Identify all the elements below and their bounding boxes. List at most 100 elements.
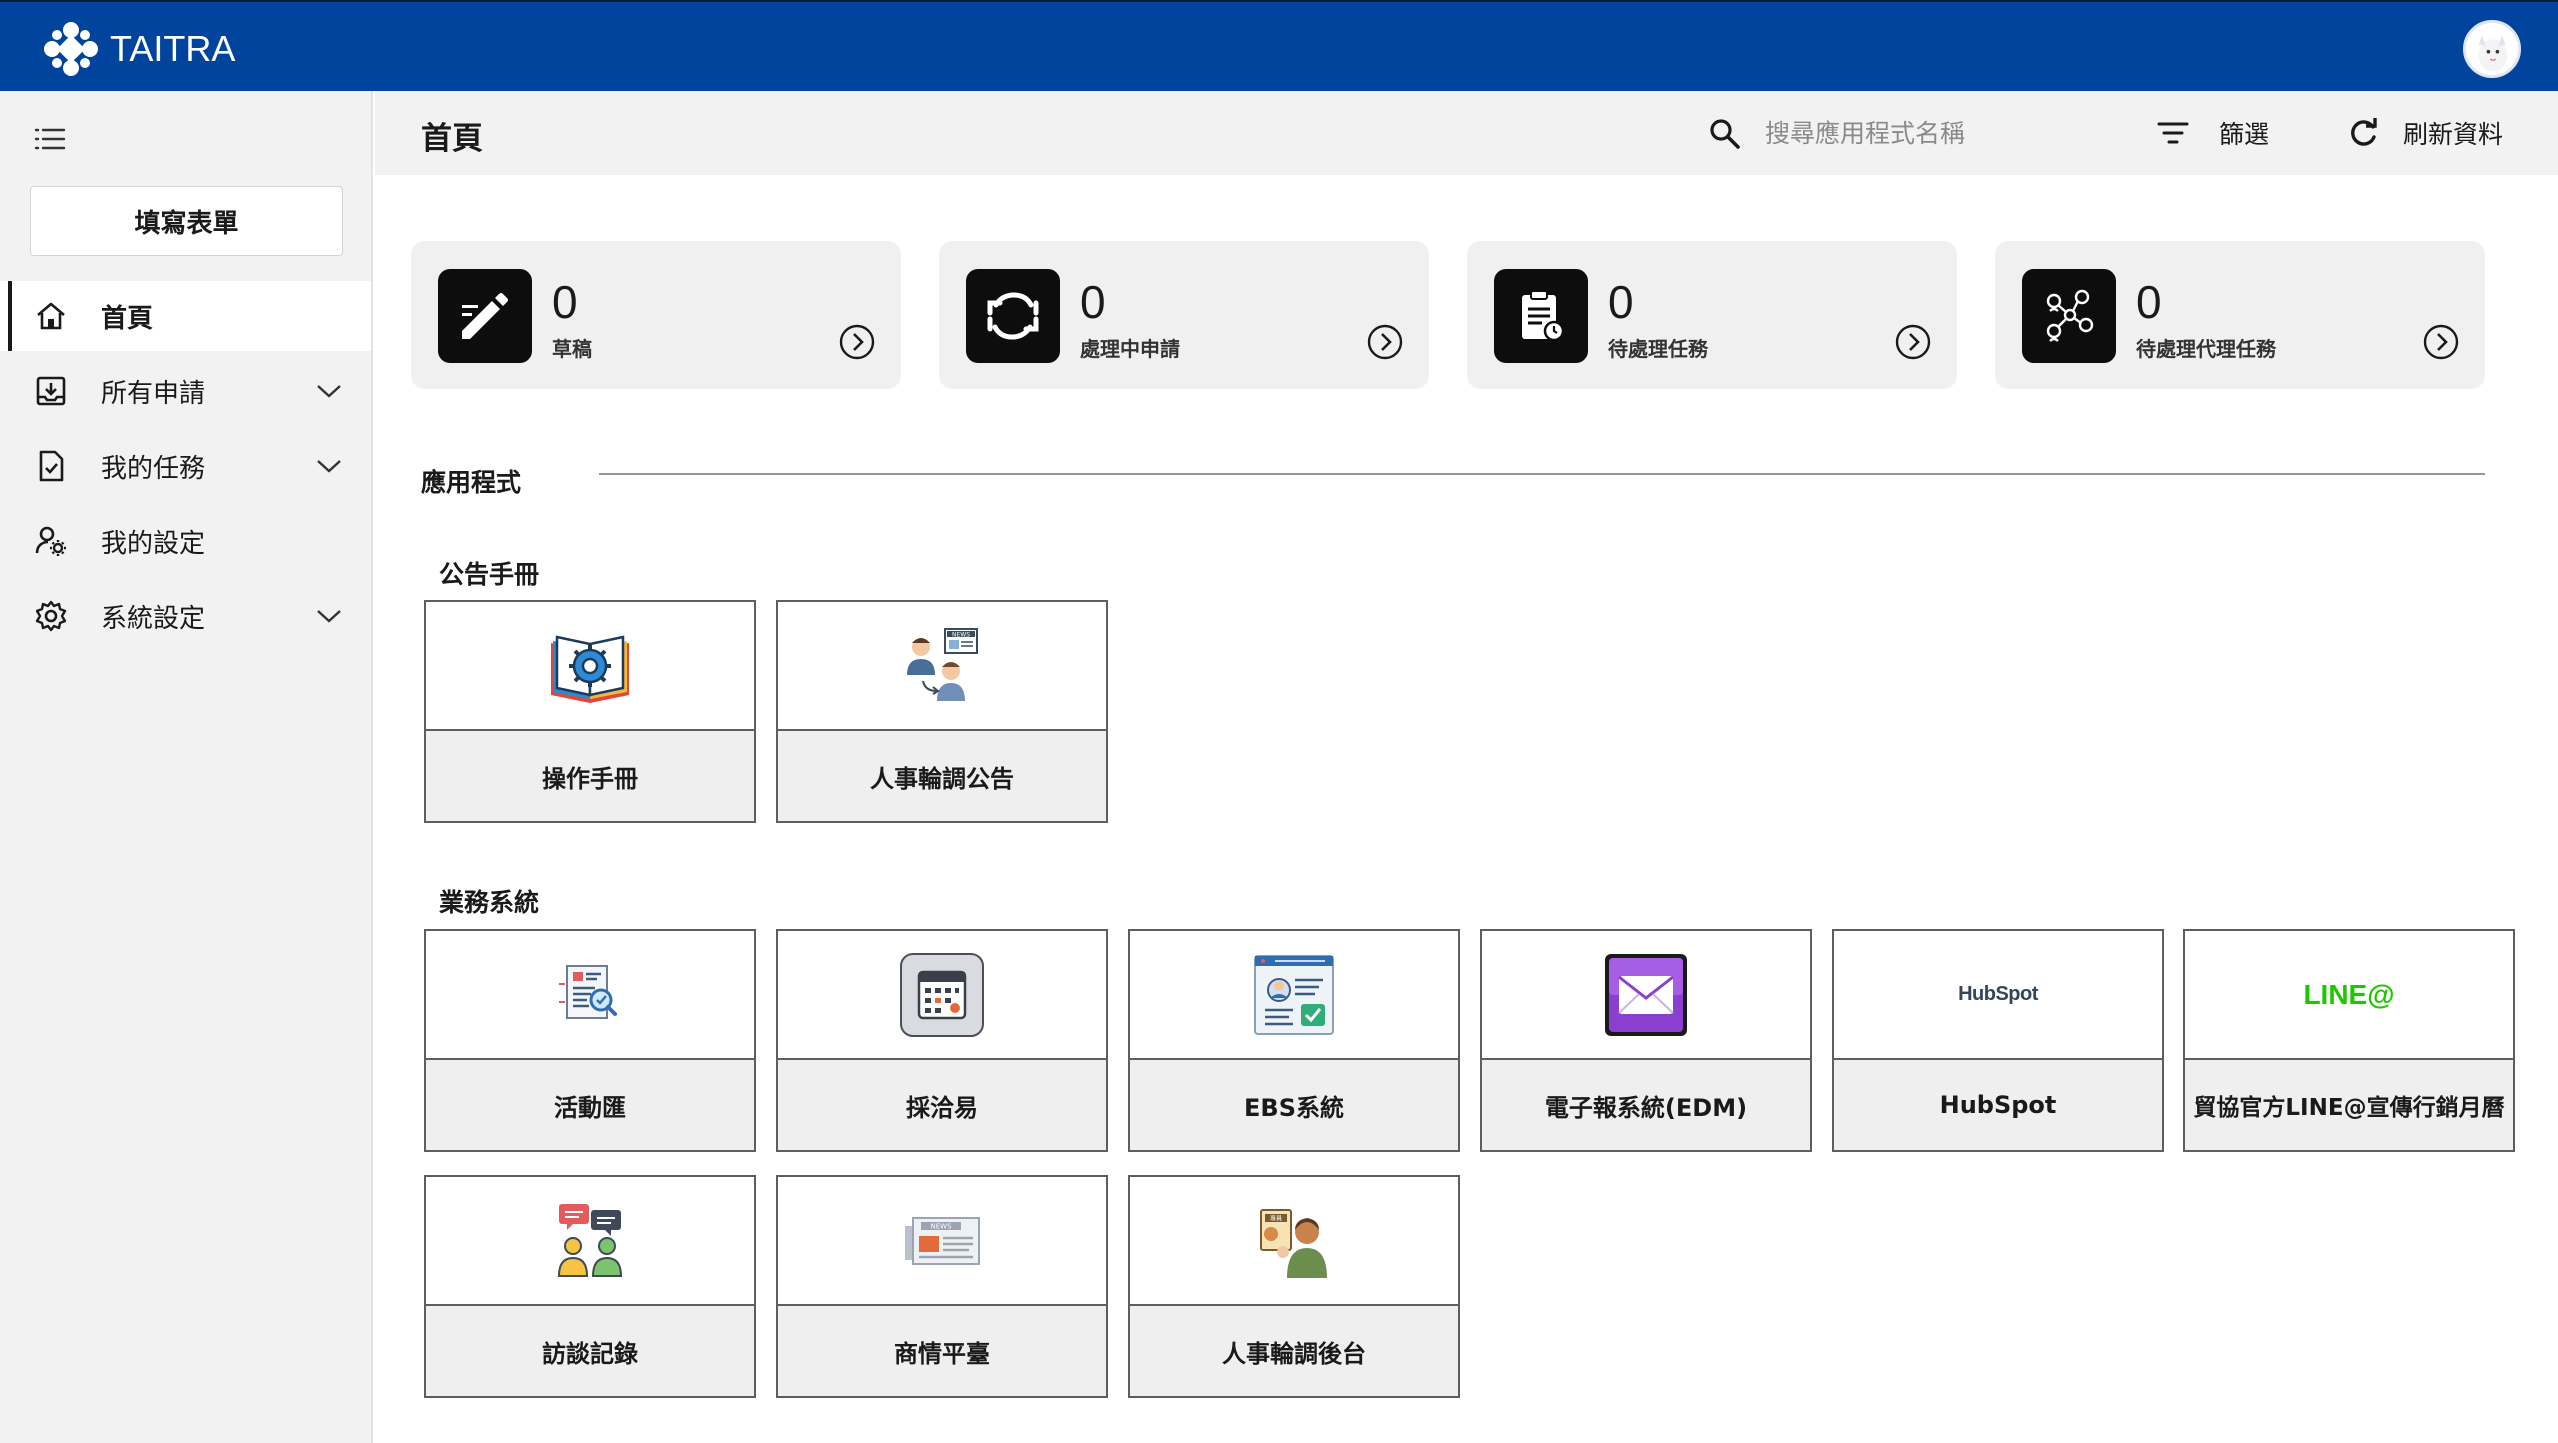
tile-label: 商情平臺 (778, 1304, 1106, 1396)
sidebar-item-label: 系統設定 (101, 603, 206, 634)
app-tile-edm[interactable]: 電子報系統(EDM) (1480, 929, 1812, 1152)
tile-icon-area (426, 1177, 754, 1304)
pencil-icon (462, 293, 508, 339)
tile-label: 電子報系統(EDM) (1482, 1058, 1810, 1150)
interview-chat-icon (557, 1203, 623, 1277)
refresh-button[interactable]: 刷新資料 (2345, 111, 2503, 155)
tile-icon-area (1482, 931, 1810, 1058)
sidebar-item-label: 我的設定 (101, 528, 206, 559)
hubspot-logo-icon: HubSpot (1958, 983, 2038, 1005)
group-title-business-systems: 業務系統 (439, 888, 540, 917)
stat-label: 處理中申請 (1080, 337, 1180, 361)
app-tile-ebs[interactable]: EBS系統 (1128, 929, 1460, 1152)
sidebar-item-label: 首頁 (101, 303, 154, 334)
task-check-icon (39, 450, 64, 482)
filter-button[interactable]: 篩選 (2155, 111, 2269, 155)
tile-label: 人事輪調後台 (1130, 1304, 1458, 1396)
mail-envelope-icon (1605, 953, 1687, 1036)
calendar-app-icon (900, 952, 984, 1037)
clipboard-clock-icon (1522, 290, 1565, 342)
group-title-announcements: 公告手冊 (439, 560, 540, 589)
tile-label: 操作手冊 (426, 729, 754, 821)
svg-text:專員: 專員 (1270, 1214, 1282, 1222)
tile-icon-area (1130, 931, 1458, 1058)
taitra-logo[interactable]: TAITRA (42, 20, 235, 78)
document-search-icon (559, 964, 617, 1019)
personnel-admin-icon: 專員 (1260, 1208, 1327, 1278)
tile-icon-area: HubSpot (1834, 931, 2162, 1058)
stat-count: 0 (2136, 276, 2162, 328)
top-app-bar: TAITRA (0, 0, 2558, 91)
tile-icon-area: LINE@ (2185, 931, 2513, 1058)
stat-count: 0 (552, 276, 578, 328)
menu-toggle-icon[interactable] (34, 127, 66, 151)
arrow-circle-right-icon[interactable] (1894, 323, 1932, 361)
app-tile-personnel-announcement[interactable]: NEWS 人事輪調公告 (776, 600, 1108, 823)
chevron-down-icon[interactable] (314, 606, 344, 626)
app-tile-hubspot[interactable]: HubSpot HubSpot (1832, 929, 2164, 1152)
arrow-circle-right-icon[interactable] (2422, 323, 2460, 361)
tile-label: 人事輪調公告 (778, 729, 1106, 821)
tile-icon-area (426, 602, 754, 729)
app-tile-interview-records[interactable]: 訪談記錄 (424, 1175, 756, 1398)
app-tile-business-info[interactable]: NEWS 商情平臺 (776, 1175, 1108, 1398)
stat-count: 0 (1608, 276, 1634, 328)
stat-card-pending-delegate-tasks[interactable]: 0 待處理代理任務 (1995, 241, 2485, 389)
manual-book-gear-icon (551, 634, 629, 703)
tile-label: 貿協官方LINE@宣傳行銷月曆 (2185, 1058, 2513, 1150)
app-tile-event-hub[interactable]: 活動匯 (424, 929, 756, 1152)
app-tile-personnel-admin[interactable]: 專員 人事輪調後台 (1128, 1175, 1460, 1398)
stat-card-in-progress[interactable]: 0 處理中申請 (939, 241, 1429, 389)
sync-icon (987, 292, 1039, 340)
stat-card-drafts[interactable]: 0 草稿 (411, 241, 901, 389)
avatar-illustration-icon (2466, 23, 2518, 75)
fill-form-button[interactable]: 填寫表單 (30, 186, 343, 256)
chevron-down-icon[interactable] (314, 381, 344, 401)
search-icon[interactable] (1707, 116, 1743, 152)
svg-text:NEWS: NEWS (952, 631, 970, 638)
inbox-download-icon (36, 376, 66, 406)
id-card-form-icon (1254, 954, 1334, 1035)
user-avatar[interactable] (2463, 20, 2521, 78)
tile-icon-area: 專員 (1130, 1177, 1458, 1304)
stat-icon-box (2022, 269, 2116, 363)
home-icon (37, 302, 65, 330)
tile-label: 訪談記錄 (426, 1304, 754, 1396)
section-divider (599, 473, 2485, 475)
newspaper-icon: NEWS (905, 1216, 980, 1265)
arrow-circle-right-icon[interactable] (838, 323, 876, 361)
stat-icon-box (966, 269, 1060, 363)
apps-section-title: 應用程式 (421, 468, 522, 497)
line-at-logo-icon: LINE@ (2303, 978, 2395, 1010)
sidebar-item-all-applications[interactable]: 所有申請 (0, 356, 371, 426)
app-tile-line-calendar[interactable]: LINE@ 貿協官方LINE@宣傳行銷月曆 (2183, 929, 2515, 1152)
filter-label: 篩選 (2219, 120, 2270, 149)
sidebar-item-my-tasks[interactable]: 我的任務 (0, 431, 371, 501)
sidebar-item-system-settings[interactable]: 系統設定 (0, 581, 371, 651)
tile-label: 採洽易 (778, 1058, 1106, 1150)
brand-name: TAITRA (110, 28, 236, 69)
stat-icon-box (438, 269, 532, 363)
app-tile-manual[interactable]: 操作手冊 (424, 600, 756, 823)
sidebar-item-label: 所有申請 (101, 378, 206, 409)
app-tile-procurement[interactable]: 採洽易 (776, 929, 1108, 1152)
tile-label: EBS系統 (1130, 1058, 1458, 1150)
arrow-circle-right-icon[interactable] (1366, 323, 1404, 361)
filter-icon (2157, 122, 2189, 144)
tile-label: 活動匯 (426, 1058, 754, 1150)
refresh-label: 刷新資料 (2403, 120, 2504, 149)
stat-label: 待處理任務 (1608, 337, 1708, 361)
search-input[interactable] (1765, 109, 2085, 157)
sidebar-item-home[interactable]: 首頁 (0, 281, 371, 351)
chevron-down-icon[interactable] (314, 456, 344, 476)
stat-card-pending-tasks[interactable]: 0 待處理任務 (1467, 241, 1957, 389)
user-settings-icon (35, 526, 66, 556)
svg-text:NEWS: NEWS (930, 1222, 952, 1230)
stat-label: 草稿 (552, 337, 592, 361)
sidebar-item-my-settings[interactable]: 我的設定 (0, 506, 371, 576)
taitra-logo-icon (44, 22, 98, 76)
stat-icon-box (1494, 269, 1588, 363)
sidebar: 填寫表單 首頁 所有申請 我的任務 我的設定 系統設定 (0, 91, 373, 1443)
tile-icon-area (426, 931, 754, 1058)
personnel-news-icon: NEWS (907, 627, 978, 701)
